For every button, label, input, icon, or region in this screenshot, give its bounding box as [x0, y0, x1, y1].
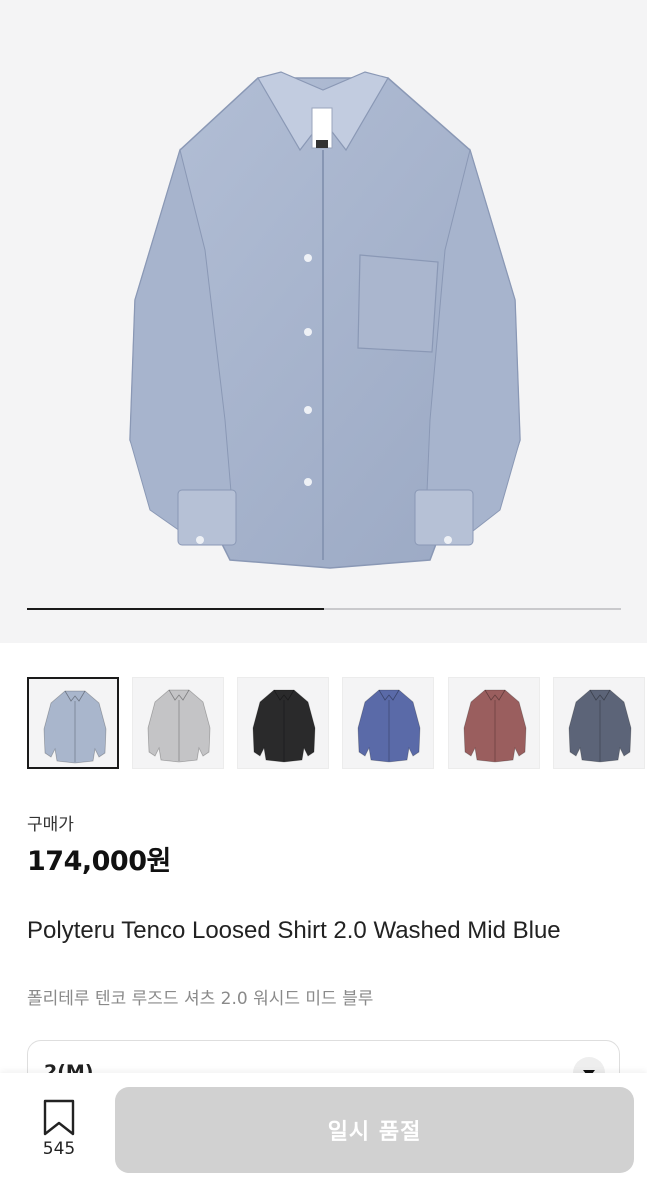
color-thumbnail[interactable] — [448, 677, 540, 769]
shirt-thumbnail-image — [43, 690, 107, 764]
product-subtitle: 폴리테루 텐코 루즈드 셔츠 2.0 워시드 미드 블루 — [27, 989, 374, 1009]
color-thumbnail[interactable] — [27, 677, 119, 769]
color-thumbnail[interactable] — [237, 677, 329, 769]
color-thumbnail-strip — [0, 676, 647, 770]
bottom-action-bar: 545 일시 품절 — [0, 1073, 647, 1200]
shirt-thumbnail-image — [252, 689, 316, 763]
bookmark-icon — [43, 1099, 75, 1136]
product-title: Polyteru Tenco Loosed Shirt 2.0 Washed M… — [27, 917, 561, 944]
color-thumbnail[interactable] — [132, 677, 224, 769]
carousel-progress-track — [27, 608, 621, 610]
shirt-thumbnail-image — [568, 689, 632, 763]
shirt-thumbnail-image — [463, 689, 527, 763]
color-thumbnail[interactable] — [553, 677, 645, 769]
price-label: 구매가 — [27, 815, 74, 835]
shirt-thumbnail-image — [147, 689, 211, 763]
price-value: 174,000원 — [27, 846, 171, 877]
wishlist-button[interactable]: 545 — [28, 1097, 90, 1167]
shirt-product-image — [129, 71, 521, 569]
color-thumbnail[interactable] — [342, 677, 434, 769]
sold-out-button[interactable]: 일시 품절 — [115, 1087, 634, 1173]
shirt-thumbnail-image — [357, 689, 421, 763]
carousel-progress-fill — [27, 608, 324, 610]
wishlist-count: 545 — [42, 1139, 76, 1159]
product-image-carousel[interactable] — [0, 0, 647, 643]
